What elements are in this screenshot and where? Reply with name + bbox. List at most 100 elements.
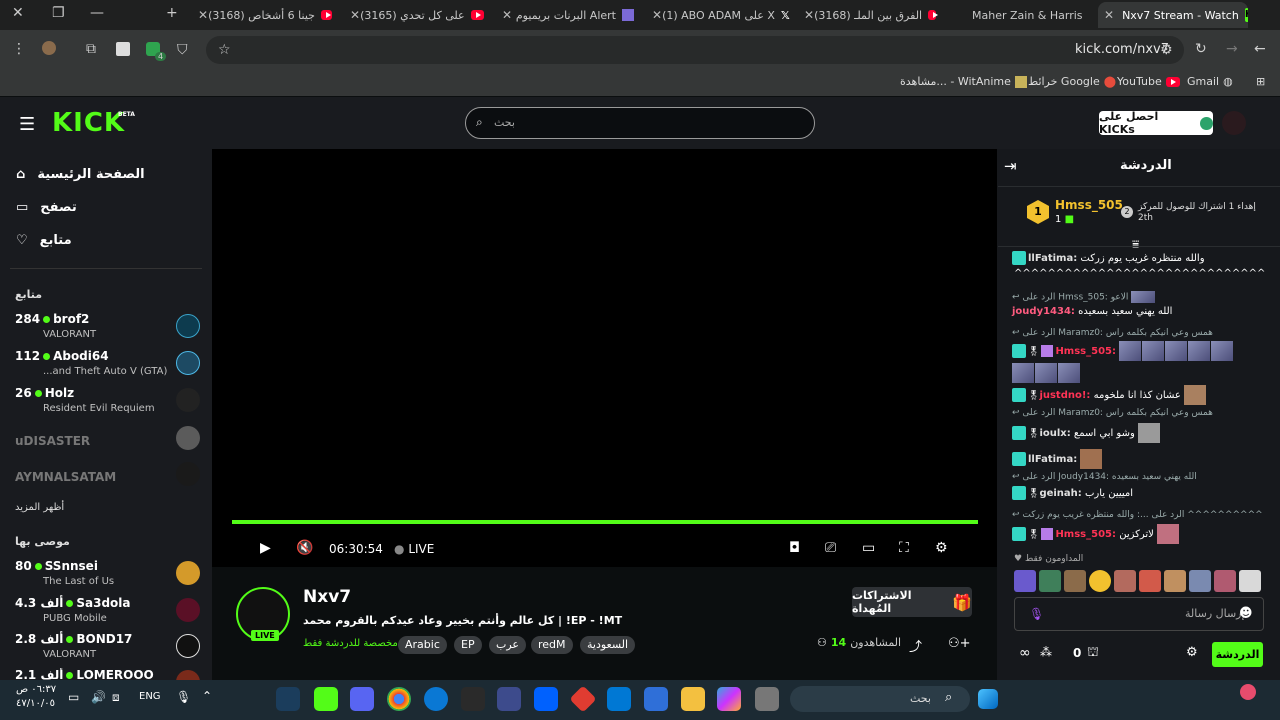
leader-name[interactable]: Hmss_505 <box>1055 198 1123 212</box>
bookmark-star-icon[interactable]: ☆ <box>218 42 231 58</box>
play-icon[interactable]: ▶ <box>260 540 271 556</box>
close-tab-icon[interactable]: ✕ <box>1104 8 1114 22</box>
progress-bar[interactable] <box>232 520 978 524</box>
close-window-icon[interactable]: ✕ <box>12 5 24 21</box>
reload-icon[interactable]: ↻ <box>1195 41 1207 57</box>
avatar[interactable] <box>1239 570 1261 592</box>
network-icon[interactable]: ⧈ <box>112 690 120 705</box>
follow-icon[interactable]: ⚇+ <box>948 636 971 651</box>
microphone-icon[interactable]: 🎙 <box>176 690 191 704</box>
app-icon[interactable] <box>497 687 521 711</box>
channel-item[interactable]: 2.8 ألف BOND17 VALORANT <box>15 632 200 668</box>
avatar[interactable] <box>1014 570 1036 592</box>
gift-points-icon[interactable]: ⁂ <box>1040 645 1052 659</box>
menu-dots-icon[interactable]: ⋮ <box>12 41 26 57</box>
browser-tab[interactable]: ✕ البرنات بريميوم Alert <box>494 2 640 28</box>
site-settings-icon[interactable]: ⚙ <box>1160 42 1173 58</box>
share-icon[interactable]: ⤴ <box>909 636 922 655</box>
channel-item[interactable]: 112 Abodi64 ...and Theft Auto V (GTA) <box>15 349 200 385</box>
nav-following[interactable]: ♡ متابع <box>16 233 72 248</box>
get-kicks-button[interactable]: احصل على KICKs <box>1099 110 1213 136</box>
tag[interactable]: EP <box>454 636 482 654</box>
close-tab-icon[interactable]: ✕ <box>350 8 360 22</box>
show-more-link[interactable]: أظهر المزيد <box>15 502 64 513</box>
channel-item-offline[interactable]: AYMNALSATAM <box>15 462 200 502</box>
user-avatar[interactable] <box>1222 111 1246 135</box>
kick-app-icon[interactable] <box>314 687 338 711</box>
avatar[interactable] <box>1139 570 1161 592</box>
search-input[interactable]: ⌕ بحث <box>465 107 815 139</box>
chat-message-input[interactable]: 🎙 إرسال رسالة ☻ <box>1014 597 1264 631</box>
volume-icon[interactable]: 🔊 <box>91 690 106 704</box>
close-tab-icon[interactable]: ✕ <box>502 8 512 22</box>
extensions-icon[interactable]: ⧉ <box>86 41 96 57</box>
minimize-window-icon[interactable]: — <box>90 5 104 21</box>
profile-avatar[interactable] <box>42 41 56 55</box>
browser-tab[interactable]: ✕ (1) ABO ADAM على X 𝕏 <box>644 2 790 28</box>
copilot-icon[interactable] <box>717 687 741 711</box>
file-explorer-icon[interactable] <box>681 687 705 711</box>
extension-icon[interactable] <box>116 42 130 56</box>
theater-mode-icon[interactable]: ▭ <box>862 540 875 556</box>
language-indicator[interactable]: ENG <box>139 691 161 702</box>
nav-browse[interactable]: ▭ تصفح <box>16 200 77 215</box>
microphone-icon[interactable]: 🎙 <box>1029 607 1044 621</box>
taskbar-search[interactable]: بحث ⌕ <box>790 686 970 712</box>
taskbar-time[interactable]: ٠٦:٣٧ ص <box>16 684 56 695</box>
bookmark-witanime[interactable]: مشاهدة... - WitAnime <box>900 75 1027 88</box>
channel-item[interactable]: 284 brof2 VALORANT <box>15 312 200 348</box>
chrome-icon[interactable] <box>387 687 411 711</box>
close-tab-icon[interactable]: ✕ <box>198 8 208 22</box>
hamburger-menu-icon[interactable]: ☰ <box>19 114 35 135</box>
forward-icon[interactable]: → <box>1226 41 1238 57</box>
address-bar[interactable] <box>206 36 1184 64</box>
nav-home[interactable]: ⌂ الصفحة الرئيسية <box>16 167 145 182</box>
mail-icon[interactable] <box>607 687 631 711</box>
tag[interactable]: عرب <box>489 636 526 654</box>
store-icon[interactable] <box>644 687 668 711</box>
channel-item[interactable]: 2.1 ألف LOMEROOO <box>15 668 200 680</box>
close-tab-icon[interactable]: ✕ <box>652 8 662 22</box>
dropbox-icon[interactable] <box>534 687 558 711</box>
avatar[interactable] <box>1039 570 1061 592</box>
avatar[interactable] <box>1214 570 1236 592</box>
send-chat-button[interactable]: الدردشة <box>1212 642 1263 667</box>
discord-icon[interactable] <box>350 687 374 711</box>
settings-icon[interactable]: ⚙ <box>935 540 948 556</box>
taskbar-date[interactable]: ٤٧/١٠/٠٥ <box>16 698 55 709</box>
avatar[interactable] <box>1164 570 1186 592</box>
browser-tab[interactable]: ✕ (3165) على كل تحدي <box>342 2 490 28</box>
kick-logo[interactable]: KICK <box>52 108 125 138</box>
browser-tab[interactable]: ✕ (3168) جينا 6 أشخاص <box>190 2 338 28</box>
steam-icon[interactable] <box>276 687 300 711</box>
channel-name[interactable]: Nxv7 <box>303 587 351 607</box>
avatar[interactable] <box>1114 570 1136 592</box>
shield-icon[interactable]: ⛉ <box>177 42 188 58</box>
tag[interactable]: redM <box>531 636 573 654</box>
channel-item[interactable]: 4.3 ألف Sa3dola PUBG Mobile <box>15 596 200 632</box>
restore-window-icon[interactable]: ❐ <box>52 5 65 21</box>
tag[interactable]: السعودية <box>580 636 636 654</box>
video-player[interactable] <box>212 149 997 567</box>
avatar[interactable] <box>1089 570 1111 592</box>
tag[interactable]: Arabic <box>398 636 447 654</box>
bookmark-gmail[interactable]: Gmail ◍ <box>1187 75 1233 88</box>
fullscreen-icon[interactable]: ⛶ <box>899 540 909 556</box>
channel-item-offline[interactable]: uDISASTER <box>15 426 200 466</box>
new-tab-icon[interactable]: + <box>166 5 178 21</box>
miniplayer-icon[interactable]: ◘ <box>789 540 800 556</box>
windows-start-icon[interactable] <box>978 689 998 709</box>
avatar[interactable] <box>1189 570 1211 592</box>
channel-item[interactable]: 80 SSnnsei The Last of Us <box>15 559 200 595</box>
emoji-icon[interactable]: ☻ <box>1239 606 1253 621</box>
chat-filter-icon[interactable]: ⩸ <box>1132 237 1139 252</box>
back-icon[interactable]: ← <box>1254 41 1266 57</box>
browser-tab[interactable]: ✕ (3168) الفرق بين الملـ <box>796 2 942 28</box>
muted-volume-icon[interactable]: 🔇 <box>296 540 313 556</box>
gifted-subs-button[interactable]: الاشتراكات المُهداة 🎁 <box>852 587 972 617</box>
battery-icon[interactable]: ▭ <box>68 690 79 704</box>
browser-tab[interactable]: Maher Zain & Harris <box>948 2 1094 28</box>
notification-icon[interactable] <box>1240 684 1256 700</box>
collapse-chat-icon[interactable]: ⇥ <box>1004 157 1017 175</box>
bookmark-youtube[interactable]: YouTube <box>1117 75 1180 88</box>
